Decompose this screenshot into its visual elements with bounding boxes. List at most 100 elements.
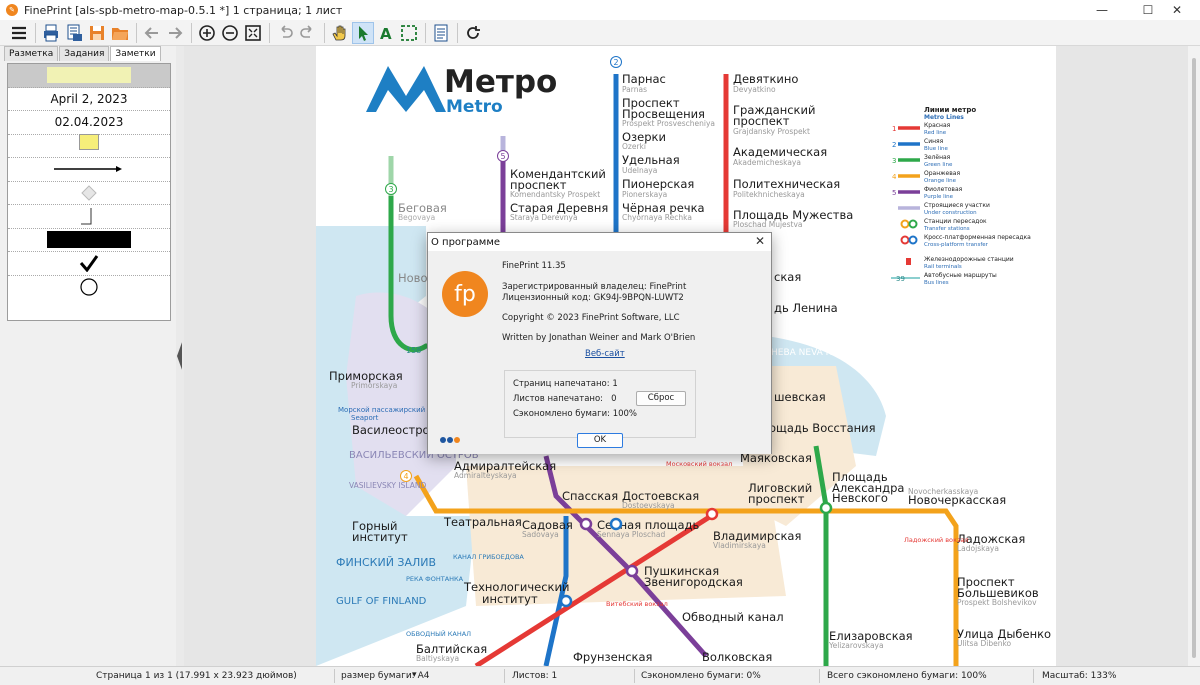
legend-title-en: Metro Lines [924, 114, 964, 121]
station-label-en: Sadovaya [522, 530, 559, 539]
ok-button[interactable]: OK [577, 433, 623, 448]
text-tool-button[interactable]: A [375, 22, 397, 44]
zoom-out-button[interactable] [219, 22, 241, 44]
undo-button[interactable] [274, 22, 296, 44]
logo-text-ru: Метро [444, 64, 557, 100]
station-label-en: Politekhnicheskaya [733, 190, 805, 199]
save-button[interactable] [86, 22, 108, 44]
legend-transfer-swatch [900, 235, 910, 245]
zoom-in-button[interactable] [196, 22, 218, 44]
station-label-en: Novocherkasskaya [908, 487, 978, 496]
tab-markup[interactable]: Разметка [4, 46, 59, 61]
station-label: Политехническая [733, 177, 840, 191]
license-label: Лицензионный код: [502, 293, 591, 303]
seaport-label-en: Seaport [351, 414, 379, 422]
list-item-black-box[interactable] [8, 229, 170, 252]
canal-label: ОБВОДНЫЙ КАНАЛ [406, 629, 471, 638]
dialog-title: О программе [428, 233, 771, 251]
legend-item: 4 ОранжеваяOrange line [892, 170, 960, 184]
rail-terminal-label: Ладожский вокзал [904, 536, 969, 544]
station-label: институт [482, 592, 538, 606]
list-item-arrow[interactable] [8, 158, 170, 182]
list-item-circle[interactable] [8, 276, 170, 300]
canal-label: РЕКА ФОНТАНКА [406, 575, 464, 583]
status-page-info: Страница 1 из 1 (17.991 x 23.923 дюймов) [96, 671, 297, 681]
dialog-close-button[interactable]: ✕ [755, 234, 765, 248]
minimize-button[interactable]: — [1079, 0, 1125, 20]
crop-tool-button[interactable] [398, 22, 420, 44]
highlight-swatch [47, 67, 131, 84]
fineprint-app-icon: ✎ [6, 4, 18, 16]
select-tool-button[interactable] [352, 21, 374, 44]
forward-button[interactable] [164, 22, 186, 44]
legend-rail-swatch [906, 258, 911, 265]
redaction-box [47, 231, 131, 249]
list-item-date-long[interactable]: April 2, 2023 [8, 88, 170, 111]
tab-notes[interactable]: Заметки [110, 46, 161, 61]
print-button[interactable] [40, 22, 62, 44]
status-sheets: Листов: 1 [512, 671, 558, 681]
legend-number: 4 [892, 173, 897, 181]
hand-tool-button[interactable] [329, 22, 351, 44]
close-button[interactable]: ✕ [1154, 0, 1200, 20]
owner-label: Зарегистрированный владелец: [502, 282, 647, 292]
forward-icon [169, 26, 183, 39]
legend-transfer-swatch [900, 219, 910, 229]
print-icon [44, 24, 58, 41]
fineprint-logo: fp [442, 271, 488, 317]
statistics-group: Страниц напечатано: 1 Листов напечатано:… [504, 370, 696, 438]
website-link[interactable]: Веб-сайт [585, 349, 625, 359]
legend-item: 39 Автобусные маршрутыBus lines [891, 272, 997, 286]
station-label-en: Ozerki [622, 142, 646, 151]
station-label: институт [352, 530, 408, 544]
notes-button[interactable] [430, 22, 452, 44]
undo-icon [281, 24, 293, 38]
pages-printed-row: Страниц напечатано: 1 [513, 379, 618, 389]
station-label-en: Akademicheskaya [733, 158, 801, 167]
brand-dot [440, 437, 446, 443]
license-row: Лицензионный код: GK94J-9BPQN-LUWT2 [502, 293, 684, 303]
station-label: Волковская [702, 650, 772, 664]
logo-text-en: Metro [446, 97, 503, 117]
list-item-date-short[interactable]: 02.04.2023 [8, 111, 170, 135]
printer-setup-button[interactable] [63, 22, 85, 44]
list-item-diamond[interactable] [8, 182, 170, 205]
list-item-bracket[interactable] [8, 205, 170, 229]
station-label-en: Pionerskaya [622, 190, 667, 199]
vertical-scrollbar[interactable] [1188, 46, 1200, 666]
menu-button[interactable] [8, 22, 30, 44]
fit-page-button[interactable] [242, 22, 264, 44]
owner-value: FinePrint [649, 282, 687, 292]
svg-text:4: 4 [403, 472, 408, 481]
list-item-highlight[interactable] [8, 64, 170, 88]
station-label: Удельная [622, 153, 680, 167]
crop-icon [401, 24, 417, 41]
paper-size-dropdown-icon[interactable]: ▾ [412, 670, 417, 680]
list-item-sticky-note[interactable] [8, 133, 170, 158]
reset-button[interactable]: Сброс [636, 391, 686, 406]
metro-logo: Метро Metro [366, 64, 557, 117]
legend-label-en: Transfer stations [923, 226, 970, 232]
list-item-checkmark[interactable] [8, 252, 170, 276]
station-label: проспект [733, 114, 790, 128]
hand-icon [332, 25, 346, 40]
station-label: дь Ленина [774, 301, 838, 315]
main-toolbar: A [0, 20, 1200, 46]
station-label-en: Sennaya Ploschad [597, 530, 665, 539]
title-bar: ✎ FinePrint [als-spb-metro-map-0.5.1 *] … [0, 0, 1200, 20]
open-button[interactable] [109, 22, 131, 44]
tab-jobs[interactable]: Задания [59, 46, 110, 61]
refresh-button[interactable] [462, 22, 484, 44]
station-label: Пионерская [622, 177, 694, 191]
legend-item: 3 ЗелёнаяGreen line [892, 154, 953, 168]
svg-text:A: A [380, 25, 392, 42]
legend-number: 2 [892, 141, 896, 149]
legend-item: Железнодорожные станцииRail terminals [906, 256, 1014, 270]
status-bar: Страница 1 из 1 (17.991 x 23.923 дюймов)… [0, 666, 1200, 685]
gulf-label-en: GULF OF FINLAND [336, 596, 427, 607]
scrollbar-thumb[interactable] [1192, 58, 1196, 658]
station-label-en: Baltiyskaya [416, 654, 459, 663]
legend-item: 5 ФиолетоваяPurple line [892, 186, 963, 200]
redo-button[interactable] [297, 22, 319, 44]
back-button[interactable] [141, 22, 163, 44]
